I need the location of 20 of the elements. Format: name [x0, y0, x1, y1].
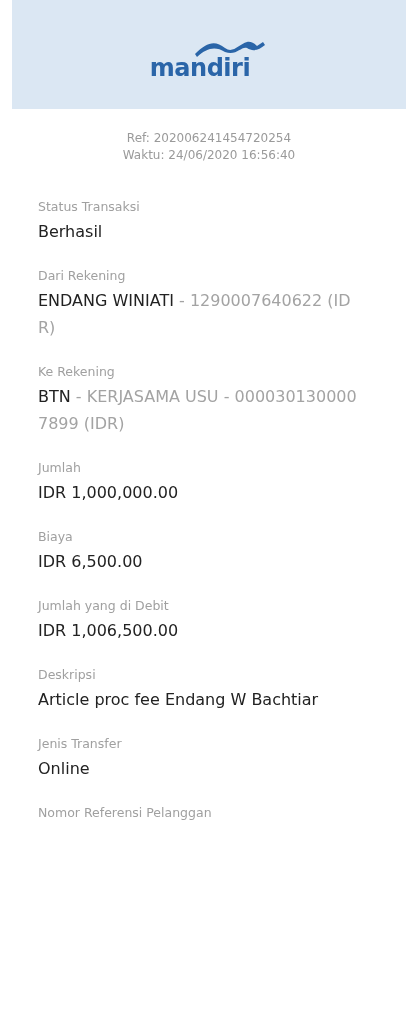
field-label: Jenis Transfer: [38, 736, 123, 751]
field-label: Dari Rekening: [38, 268, 127, 283]
field-label: Nomor Referensi Pelanggan: [38, 805, 213, 820]
reference-number: Ref: 202006241454720254: [126, 131, 292, 145]
field-value: Online: [38, 758, 91, 780]
field-label: Jumlah yang di Debit: [38, 598, 170, 613]
field-value: Berhasil: [38, 221, 104, 243]
field-value: IDR 6,500.00: [38, 551, 144, 573]
logo-text: mandiri: [149, 55, 251, 80]
field-label: Deskripsi: [38, 667, 97, 682]
field-value: BTN - KERJASAMA USU - 0000301300007899 (IDR): [38, 386, 358, 435]
field-label: Status Transaksi: [38, 199, 141, 214]
field-value: IDR 1,006,500.00: [38, 620, 180, 642]
field-value: IDR 1,000,000.00: [38, 482, 180, 504]
field-label: Ke Rekening: [38, 364, 116, 379]
field-value: ENDANG WINIATI - 1290007640622 (IDR): [38, 290, 352, 339]
field-label: Jumlah: [38, 460, 82, 475]
field-value: Article proc fee Endang W Bachtiar: [38, 689, 320, 711]
field-label: Biaya: [38, 529, 74, 544]
transaction-time: Waktu: 24/06/2020 16:56:40: [122, 148, 296, 162]
